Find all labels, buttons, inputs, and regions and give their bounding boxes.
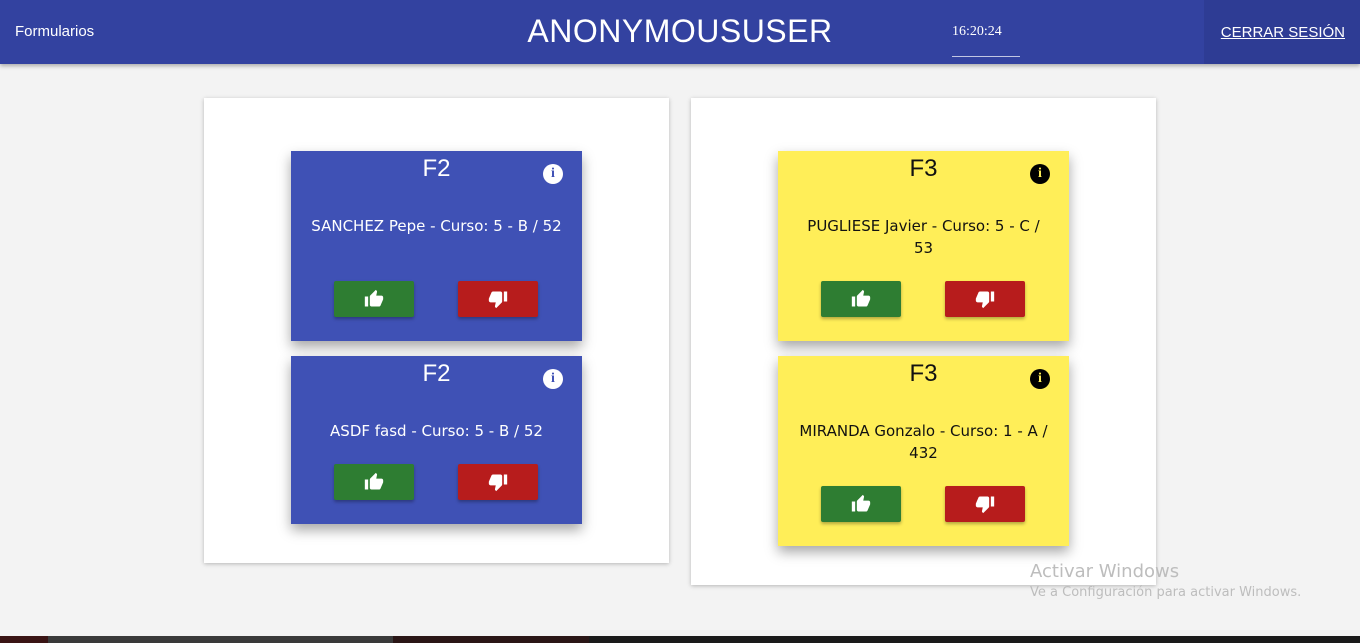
approve-button[interactable]	[821, 281, 901, 317]
brand-link[interactable]: Formularios	[15, 23, 94, 40]
form-code: F2	[422, 360, 451, 387]
thumbs-down-icon	[975, 496, 995, 514]
reject-button[interactable]	[945, 486, 1025, 522]
logout-area: CERRAR SESIÓN	[1204, 0, 1360, 64]
form-code: F3	[909, 155, 938, 182]
form-code: F3	[909, 360, 938, 387]
panel-f3: F3 i PUGLIESE Javier - Curso: 5 - C / 53…	[691, 98, 1156, 585]
form-code: F2	[422, 155, 451, 182]
info-icon[interactable]: i	[543, 369, 563, 389]
approve-button[interactable]	[334, 464, 414, 500]
form-card: F3 i PUGLIESE Javier - Curso: 5 - C / 53	[778, 151, 1069, 341]
activation-watermark-subtitle: Ve a Configuración para activar Windows.	[1030, 585, 1302, 600]
username-title: ANONYMOUSUSER	[527, 13, 833, 49]
clock-display: 16:20:24	[952, 24, 1020, 57]
thumbs-up-icon	[851, 289, 871, 307]
panel-f2: F2 i SANCHEZ Pepe - Curso: 5 - B / 52 F2…	[204, 98, 669, 563]
form-description: SANCHEZ Pepe - Curso: 5 - B / 52	[311, 217, 562, 235]
approve-button[interactable]	[821, 486, 901, 522]
taskbar-segment	[393, 636, 589, 643]
taskbar-strip	[0, 636, 1360, 643]
form-card: F2 i ASDF fasd - Curso: 5 - B / 52	[291, 356, 582, 524]
reject-button[interactable]	[458, 281, 538, 317]
info-icon[interactable]: i	[1030, 369, 1050, 389]
thumbs-down-icon	[975, 291, 995, 309]
form-card: F2 i SANCHEZ Pepe - Curso: 5 - B / 52	[291, 151, 582, 341]
taskbar-segment	[48, 636, 393, 643]
activation-watermark-title: Activar Windows	[1030, 561, 1180, 582]
info-icon[interactable]: i	[1030, 164, 1050, 184]
taskbar-segment	[0, 636, 48, 643]
thumbs-up-icon	[364, 472, 384, 490]
info-icon[interactable]: i	[543, 164, 563, 184]
form-description: MIRANDA Gonzalo - Curso: 1 - A / 432	[799, 422, 1048, 462]
thumbs-up-icon	[364, 289, 384, 307]
thumbs-down-icon	[488, 474, 508, 492]
thumbs-down-icon	[488, 291, 508, 309]
reject-button[interactable]	[945, 281, 1025, 317]
thumbs-up-icon	[851, 494, 871, 512]
app-header: Formularios ANONYMOUSUSER 16:20:24 CERRA…	[0, 0, 1360, 64]
form-card: F3 i MIRANDA Gonzalo - Curso: 1 - A / 43…	[778, 356, 1069, 546]
approve-button[interactable]	[334, 281, 414, 317]
form-description: ASDF fasd - Curso: 5 - B / 52	[330, 422, 543, 440]
logout-link[interactable]: CERRAR SESIÓN	[1221, 24, 1345, 41]
form-description: PUGLIESE Javier - Curso: 5 - C / 53	[807, 217, 1040, 257]
reject-button[interactable]	[458, 464, 538, 500]
